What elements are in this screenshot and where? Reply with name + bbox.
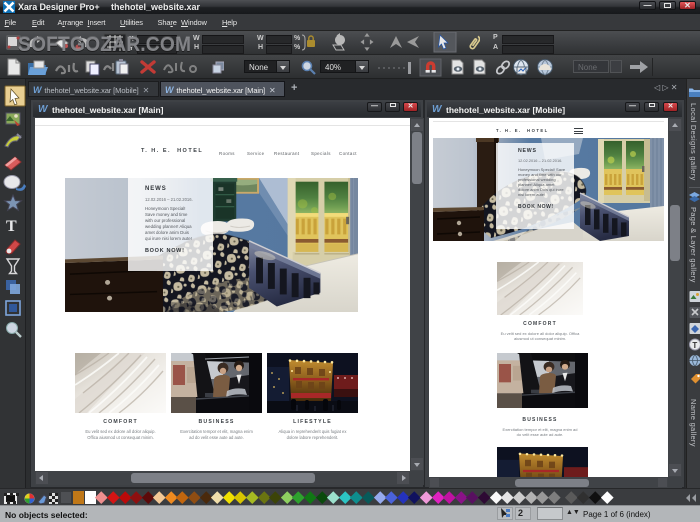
svg-text:T: T — [692, 341, 697, 350]
svg-text:T: T — [6, 218, 17, 235]
